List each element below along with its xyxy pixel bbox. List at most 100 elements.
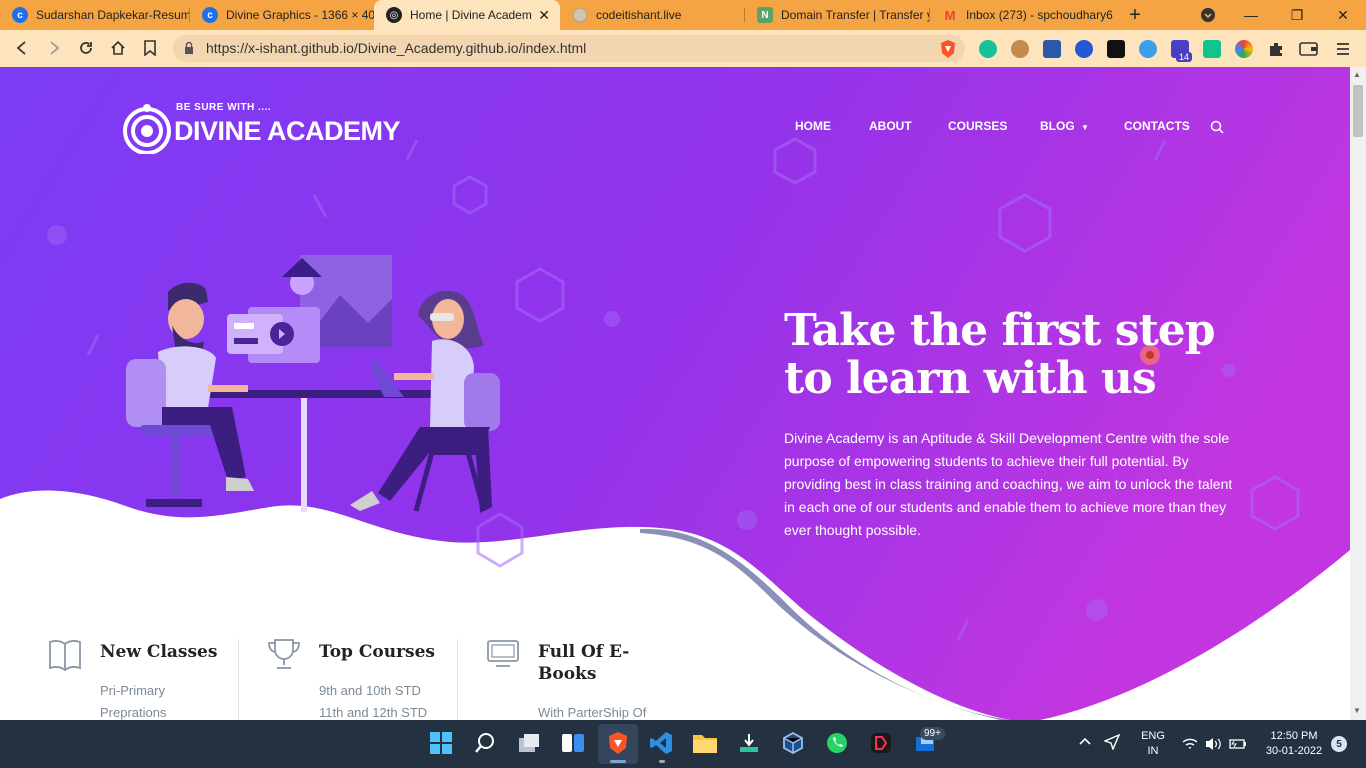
- nav-home[interactable]: HOME: [795, 119, 831, 133]
- reload-icon: [80, 42, 92, 54]
- search-button[interactable]: [472, 730, 498, 756]
- nav-courses[interactable]: COURSES: [948, 119, 1007, 133]
- feature-line: Preprations: [100, 705, 167, 720]
- home-button[interactable]: [106, 36, 130, 60]
- region-code: IN: [1147, 745, 1159, 757]
- extension-icon[interactable]: [1075, 40, 1093, 58]
- scroll-up-arrow[interactable]: ▲: [1353, 70, 1361, 79]
- show-hidden-icons[interactable]: [1078, 736, 1092, 746]
- bookmark-icon: [144, 40, 156, 56]
- canva-icon: c: [12, 7, 28, 23]
- monitor-icon: [487, 640, 519, 667]
- arrow-right-icon: [50, 41, 60, 55]
- virtualbox-button[interactable]: [780, 730, 806, 756]
- start-button[interactable]: [428, 730, 454, 756]
- arrow-left-icon: [16, 41, 26, 55]
- tab-title: Sudarshan Dapkekar-Resum: [36, 8, 190, 22]
- terminal-button[interactable]: [736, 730, 762, 756]
- feature-divider: [238, 639, 239, 720]
- extension-h-icon[interactable]: [1107, 40, 1125, 58]
- hero-description: Divine Academy is an Aptitude & Skill De…: [784, 430, 1233, 538]
- feature-title: Top Courses: [319, 642, 435, 662]
- grammarly-icon[interactable]: [979, 40, 997, 58]
- task-view-icon: [519, 734, 539, 752]
- cube-icon: [783, 731, 803, 755]
- notification-count[interactable]: 5: [1331, 736, 1347, 752]
- close-window-button[interactable]: ✕: [1320, 0, 1366, 30]
- home-icon: [111, 40, 125, 55]
- feature-line: 9th and 10th STD: [319, 683, 421, 698]
- brave-taskbar-button[interactable]: [605, 730, 631, 756]
- minimize-button[interactable]: —: [1228, 0, 1274, 30]
- cloud-icon[interactable]: [1139, 40, 1157, 58]
- tab-domain-transfer[interactable]: N Domain Transfer | Transfer y: [745, 0, 930, 30]
- widgets-icon: [562, 734, 584, 752]
- tab-title: codeitishant.live: [596, 8, 682, 22]
- menu-icon[interactable]: [1336, 41, 1350, 57]
- language-code: ENG: [1141, 730, 1165, 742]
- feature-line: With ParterShip Of: [538, 705, 647, 720]
- tab-search-button[interactable]: [1185, 0, 1231, 30]
- feature-title: Full Of E- Books: [538, 641, 629, 685]
- divine-logo-icon: ◎: [386, 7, 402, 23]
- reload-button[interactable]: [74, 36, 98, 60]
- brave-icon: [609, 732, 627, 754]
- headline-line-2: to learn with us: [784, 353, 1157, 404]
- tab-title: Divine Graphics - 1366 × 40: [226, 8, 374, 22]
- download-icon: [740, 734, 758, 752]
- extension-icon[interactable]: [1043, 40, 1061, 58]
- running-indicator: [659, 760, 665, 763]
- location-arrow-icon: [1104, 734, 1120, 750]
- cookie-icon[interactable]: [1011, 40, 1029, 58]
- back-button[interactable]: [10, 36, 34, 60]
- media-app-button[interactable]: [868, 730, 894, 756]
- extension-icon[interactable]: [1203, 40, 1221, 58]
- nav-blog[interactable]: BLOG ▼: [1040, 119, 1089, 133]
- puzzle-icon[interactable]: [1267, 40, 1285, 58]
- widgets-button[interactable]: [560, 730, 586, 756]
- vertical-scrollbar[interactable]: [1350, 67, 1366, 720]
- book-icon: [49, 640, 81, 671]
- tab-title: Inbox (273) - spchoudhary6: [966, 8, 1113, 22]
- whatsapp-icon: [827, 733, 847, 753]
- wallet-icon[interactable]: [1299, 41, 1319, 57]
- scrollbar-thumb[interactable]: [1353, 85, 1363, 137]
- headline-line-1: Take the first step: [784, 305, 1216, 356]
- language-indicator[interactable]: ENG IN: [1138, 729, 1168, 759]
- file-explorer-button[interactable]: [692, 730, 718, 756]
- logo-tagline: BE SURE WITH ....: [176, 102, 272, 113]
- nav-about[interactable]: ABOUT: [869, 119, 912, 133]
- caret-down-icon: ▼: [1081, 123, 1089, 132]
- tab-gmail-inbox[interactable]: M Inbox (273) - spchoudhary6: [930, 0, 1114, 30]
- scroll-down-arrow[interactable]: ▼: [1353, 706, 1361, 715]
- windows-logo-icon: [430, 732, 452, 754]
- vscode-icon: [650, 732, 672, 754]
- tab-divine-graphics[interactable]: c Divine Graphics - 1366 × 40: [190, 0, 374, 30]
- feature-divider: [457, 639, 458, 720]
- location-tray-button[interactable]: [1104, 734, 1120, 750]
- tab-title: Domain Transfer | Transfer y: [781, 8, 930, 22]
- search-icon: [475, 733, 494, 753]
- nav-contacts[interactable]: CONTACTS: [1124, 119, 1190, 133]
- color-picker-icon[interactable]: [1235, 40, 1253, 58]
- tab-resume[interactable]: c Sudarshan Dapkekar-Resum: [0, 0, 190, 30]
- maximize-button[interactable]: ❐: [1274, 0, 1320, 30]
- clock[interactable]: 12:50 PM 30-01-2022: [1258, 729, 1330, 759]
- gmail-icon: M: [944, 7, 956, 23]
- new-tab-button[interactable]: +: [1112, 0, 1158, 30]
- whatsapp-button[interactable]: [824, 730, 850, 756]
- url-text[interactable]: https://x-ishant.github.io/Divine_Academ…: [206, 40, 586, 56]
- search-icon[interactable]: [1210, 120, 1224, 134]
- feature-title-line-2: Books: [538, 664, 597, 684]
- feature-line: Pri-Primary: [100, 683, 165, 698]
- vscode-taskbar-button[interactable]: [648, 730, 674, 756]
- close-tab-icon[interactable]: ✕: [538, 7, 550, 24]
- bookmark-button[interactable]: [138, 36, 162, 60]
- brave-shield-icon[interactable]: [939, 39, 957, 59]
- tab-home-divine-academy[interactable]: ◎ Home | Divine Academy ✕: [374, 0, 560, 30]
- site-logo[interactable]: BE SURE WITH .... DIVINE ACADEMY: [122, 102, 401, 154]
- forward-button[interactable]: [42, 36, 66, 60]
- network-volume-battery[interactable]: [1182, 736, 1248, 752]
- task-view-button[interactable]: [516, 730, 542, 756]
- tab-codeitishant[interactable]: codeitishant.live: [560, 0, 745, 30]
